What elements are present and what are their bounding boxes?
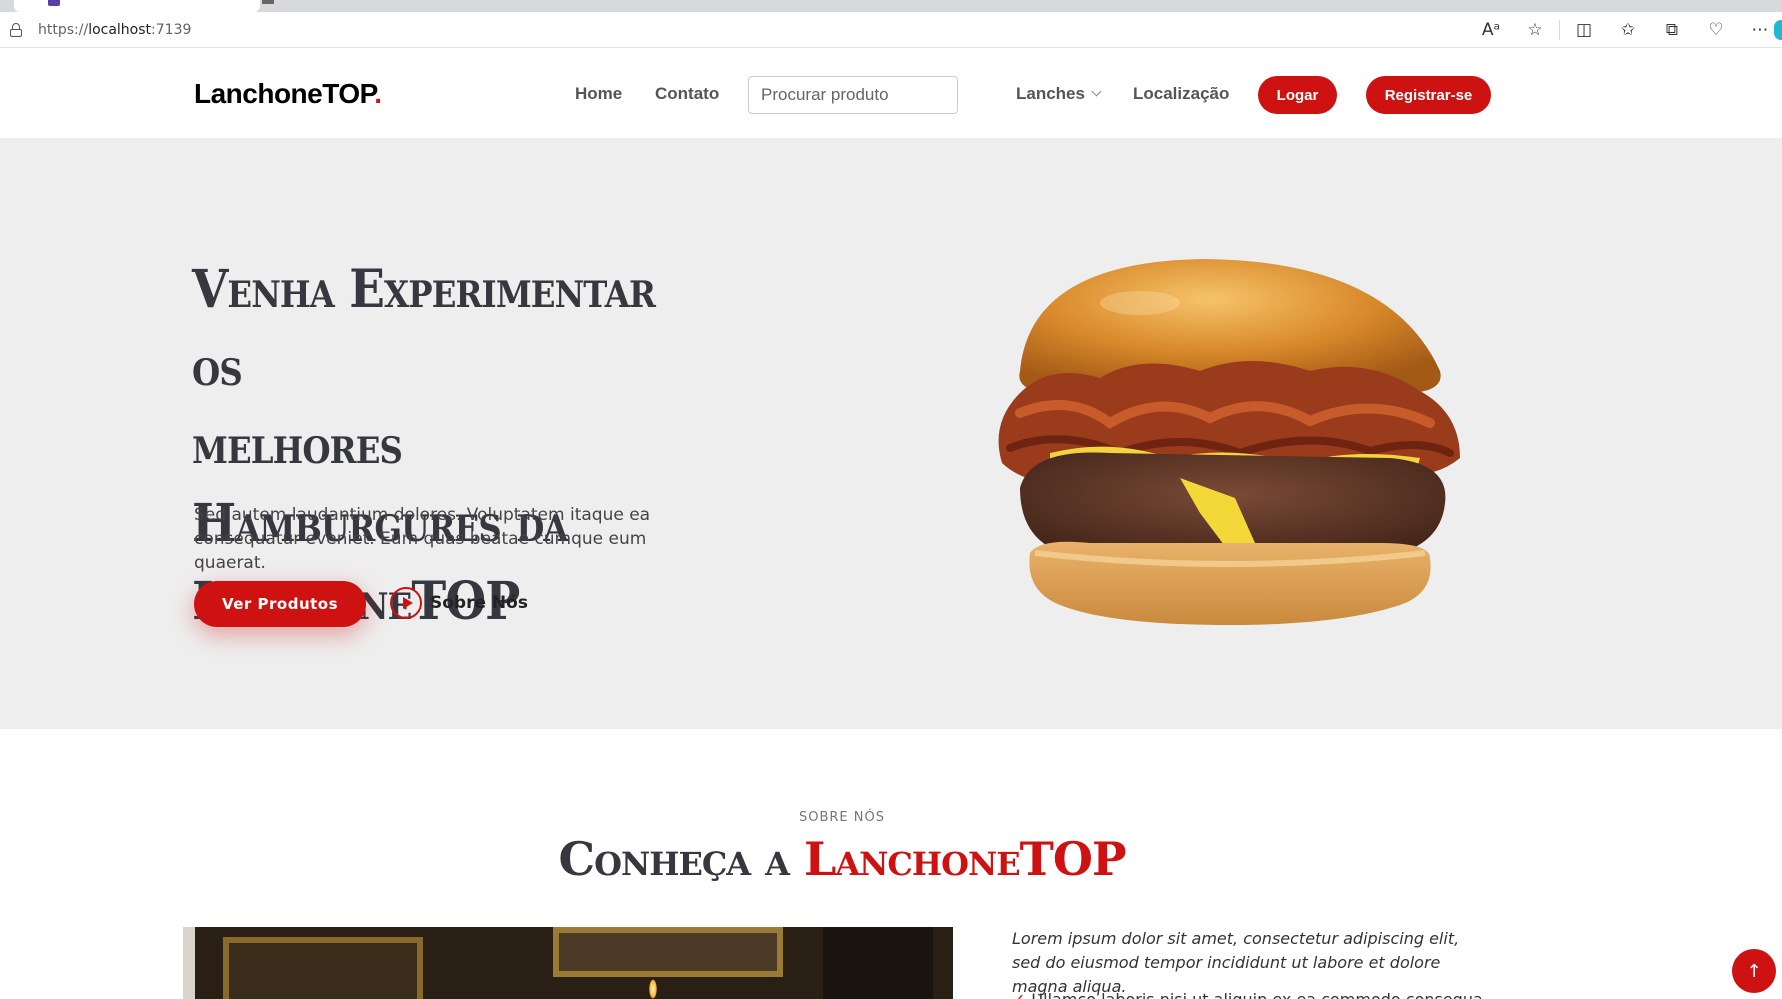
browser-essentials-icon[interactable]: ♡ <box>1694 12 1738 48</box>
url-scheme: https:// <box>38 22 89 38</box>
burger-image <box>998 259 1460 625</box>
nav-home[interactable]: Home <box>575 84 622 104</box>
play-icon[interactable] <box>390 587 422 619</box>
url-host: localhost <box>88 22 152 38</box>
nav-location[interactable]: Localização <box>1133 84 1229 104</box>
favorite-star-icon[interactable]: ☆ <box>1513 12 1557 48</box>
check-icon: ✓ <box>1012 990 1025 999</box>
browser-tab-strip <box>0 0 1782 12</box>
collections-icon[interactable]: ⧉ <box>1650 12 1694 48</box>
favorites-icon[interactable]: ✩ <box>1606 12 1650 48</box>
site-logo[interactable]: LanchoneTOP. <box>194 78 382 110</box>
tab-favicon-icon <box>48 0 60 6</box>
nav-snacks-label: Lanches <box>1016 84 1085 103</box>
register-button[interactable]: Registrar-se <box>1366 76 1491 114</box>
toolbar-divider <box>1559 20 1560 40</box>
about-us-link[interactable]: Sobre Nós <box>430 593 528 613</box>
login-button[interactable]: Logar <box>1258 76 1337 114</box>
about-title-prefix: Conheça a <box>558 832 790 886</box>
about-title-accent: LanchoneTOP <box>804 832 1127 886</box>
url-field[interactable]: https://localhost:7139 <box>38 22 191 38</box>
search-input[interactable] <box>748 76 958 114</box>
copilot-icon[interactable] <box>1774 20 1782 40</box>
about-bullet-1: ✓ Ullamco laboris nisi ut aliquip ex ea c… <box>1012 990 1482 999</box>
hero-description: Sed autem laudantium dolores. Voluptatem… <box>194 505 651 573</box>
browser-toolbar: A͏ᵃ ☆ ◫ ✩ ⧉ ♡ ⋯ <box>1469 12 1782 48</box>
about-bullet-1-text: Ullamco laboris nisi ut aliquip ex ea co… <box>1031 990 1482 999</box>
site-header: LanchoneTOP. Home Contato Lanches Locali… <box>0 48 1782 139</box>
read-aloud-icon[interactable]: A͏ᵃ <box>1469 12 1513 48</box>
restaurant-interior-image <box>183 927 953 999</box>
nav-contact[interactable]: Contato <box>655 84 719 104</box>
scroll-top-button[interactable]: ↑ <box>1732 949 1776 993</box>
chevron-down-icon <box>1091 86 1102 97</box>
arrow-up-icon: ↑ <box>1746 960 1762 982</box>
logo-dot: . <box>374 78 382 109</box>
browser-tab-active[interactable] <box>14 0 260 12</box>
split-screen-icon[interactable]: ◫ <box>1562 12 1606 48</box>
about-lead-text: Lorem ipsum dolor sit amet, consectetur … <box>1012 929 1460 996</box>
view-products-button[interactable]: Ver Produtos <box>194 581 366 627</box>
nav-snacks-dropdown[interactable]: Lanches <box>1016 84 1102 104</box>
about-subtitle: SOBRE NÓS <box>799 810 885 825</box>
hero-title-line-1: Venha Experimentar os <box>192 259 656 398</box>
lock-icon[interactable] <box>10 23 22 37</box>
browser-tab-inactive[interactable] <box>262 0 274 4</box>
address-bar: https://localhost:7139 A͏ᵃ ☆ ◫ ✩ ⧉ ♡ ⋯ <box>0 12 1782 48</box>
url-port: :7139 <box>151 22 192 38</box>
logo-text: LanchoneTOP <box>194 78 375 109</box>
hero-section: Venha Experimentar os melhores Hamburgur… <box>0 139 1782 729</box>
about-title: Conheça a LanchoneTOP <box>0 832 1684 886</box>
